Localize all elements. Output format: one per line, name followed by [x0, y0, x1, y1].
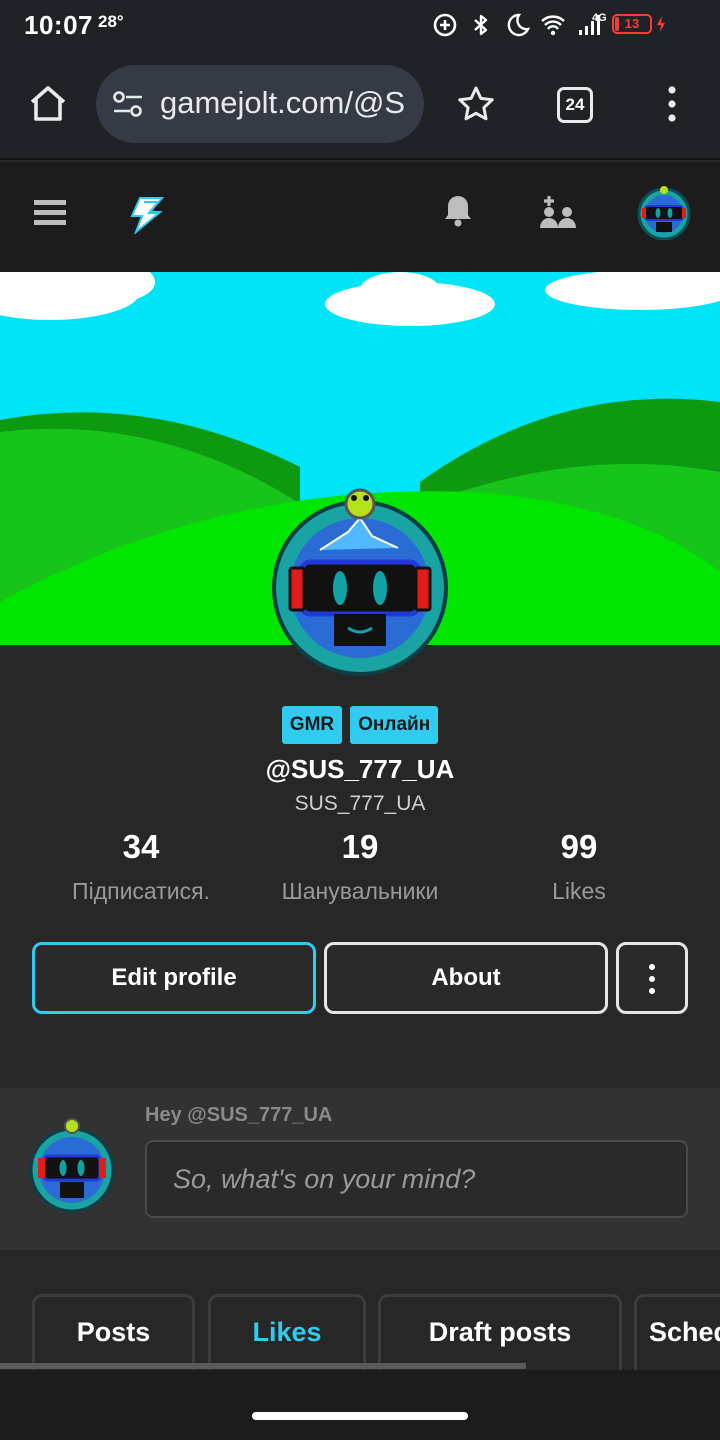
tab-posts[interactable]: Posts	[32, 1294, 195, 1370]
profile-display-name: SUS_777_UA	[294, 792, 426, 815]
stat-following[interactable]: 34 Підписатися.	[40, 828, 242, 905]
stat-likes-label: Likes	[552, 878, 606, 904]
tag-online: Онлайн	[350, 706, 439, 744]
composer-input[interactable]: So, what's on your mind?	[145, 1140, 688, 1218]
edit-profile-button[interactable]: Edit profile	[32, 942, 316, 1014]
home-icon[interactable]	[26, 82, 70, 126]
site-top-nav	[0, 162, 720, 272]
more-vert-icon	[649, 964, 655, 994]
battery-icon: 13	[612, 14, 652, 34]
stat-likes-value: 99	[560, 828, 598, 865]
browser-toolbar: gamejolt.com/@SUS_777_UA 24	[0, 50, 720, 160]
more-vert-icon[interactable]	[664, 84, 680, 124]
stat-following-value: 34	[122, 828, 160, 865]
stat-followers[interactable]: 19 Шанувальники	[250, 828, 470, 905]
profile-tags: GMR Онлайн	[0, 706, 720, 744]
tab-switcher-button[interactable]: 24	[557, 87, 593, 123]
post-composer: Hey @SUS_777_UA So, what's on your mind?	[0, 1088, 720, 1250]
tab-draft-posts[interactable]: Draft posts	[378, 1294, 622, 1370]
profile-username: @SUS_777_UA	[265, 754, 455, 784]
bell-icon[interactable]	[440, 192, 476, 228]
status-time: 10:07	[24, 10, 93, 40]
tabs-scroll-indicator	[0, 1363, 526, 1369]
hamburger-icon[interactable]	[34, 198, 66, 226]
do-not-disturb-moon-icon	[507, 13, 530, 37]
site-settings-icon[interactable]	[112, 90, 144, 118]
star-icon[interactable]	[456, 84, 496, 124]
stat-followers-value: 19	[341, 828, 379, 865]
data-saver-icon	[433, 13, 457, 37]
gesture-handle[interactable]	[252, 1412, 468, 1420]
tab-likes[interactable]: Likes	[208, 1294, 366, 1370]
tag-gmr: GMR	[281, 706, 343, 744]
wifi-icon	[541, 15, 565, 36]
navigation-area	[0, 1370, 720, 1440]
address-bar[interactable]: gamejolt.com/@SUS_777_UA	[96, 65, 424, 143]
profile-avatar[interactable]	[268, 488, 452, 678]
stat-followers-label: Шанувальники	[281, 878, 439, 904]
network-type: 4G	[592, 12, 607, 24]
composer-greeting: Hey @SUS_777_UA	[145, 1104, 333, 1126]
bluetooth-icon	[474, 14, 488, 36]
status-bar: 10:07 28° 4G 13	[0, 0, 720, 50]
profile-more-button[interactable]	[616, 942, 688, 1014]
avatar[interactable]	[636, 184, 692, 240]
battery-label: 13	[624, 16, 640, 31]
stat-likes[interactable]: 99 Likes	[500, 828, 658, 905]
gamejolt-logo-icon[interactable]	[126, 194, 166, 234]
composer-avatar	[29, 1118, 115, 1213]
stat-following-label: Підписатися.	[72, 878, 210, 904]
charging-bolt-icon	[657, 16, 665, 32]
url-text[interactable]: gamejolt.com/@SUS_777_UA	[160, 85, 406, 121]
about-button[interactable]: About	[324, 942, 608, 1014]
friends-icon[interactable]	[538, 194, 578, 230]
status-temperature: 28°	[98, 12, 124, 31]
tab-scheduled[interactable]: Scheduled	[634, 1294, 720, 1370]
